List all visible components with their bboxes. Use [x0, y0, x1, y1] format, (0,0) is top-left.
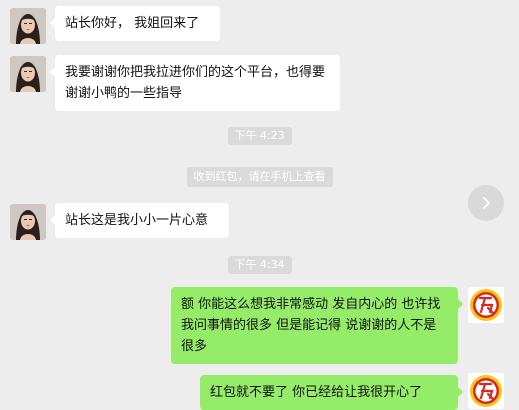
message-bubble-outgoing[interactable]: 红包就不要了 你已经给让我很开心了	[200, 375, 463, 410]
woman-portrait-icon	[10, 204, 46, 240]
message-text: 额 你能这么想我非常感动 发自内心的 也许找我问事情的很多 但是能记得 说谢谢的…	[181, 297, 441, 354]
self-avatar[interactable]	[468, 287, 504, 323]
timestamp: 下午 4:23	[227, 127, 292, 145]
message-text: 我要谢谢你把我拉进你们的这个平台，也得要谢谢小鸭的一些指导	[65, 65, 326, 101]
contact-avatar[interactable]	[10, 8, 46, 44]
woman-portrait-icon	[10, 8, 46, 44]
contact-avatar[interactable]	[10, 56, 46, 92]
self-avatar[interactable]	[468, 373, 504, 409]
red-badge-icon	[468, 287, 504, 323]
chevron-right-icon	[483, 197, 490, 209]
message-bubble-incoming[interactable]: 我要谢谢你把我拉进你们的这个平台，也得要谢谢小鸭的一些指导	[50, 55, 340, 111]
message-bubble-outgoing[interactable]: 额 你能这么想我非常感动 发自内心的 也许找我问事情的很多 但是能记得 说谢谢的…	[171, 287, 463, 364]
woman-portrait-icon	[10, 56, 46, 92]
message-bubble-incoming[interactable]: 站长这是我小小一片心意	[50, 203, 229, 238]
message-text: 站长这是我小小一片心意	[65, 213, 209, 228]
message-text: 红包就不要了 你已经给让我很开心了	[210, 385, 423, 400]
red-badge-icon	[468, 373, 504, 409]
next-button[interactable]	[468, 185, 504, 221]
contact-avatar[interactable]	[10, 204, 46, 240]
timestamp: 下午 4:34	[227, 256, 292, 274]
message-bubble-incoming[interactable]: 站长你好， 我姐回来了	[50, 6, 220, 41]
message-text: 站长你好， 我姐回来了	[65, 16, 200, 31]
red-packet-system-note: 收到红包，请在手机上查看	[186, 167, 333, 187]
